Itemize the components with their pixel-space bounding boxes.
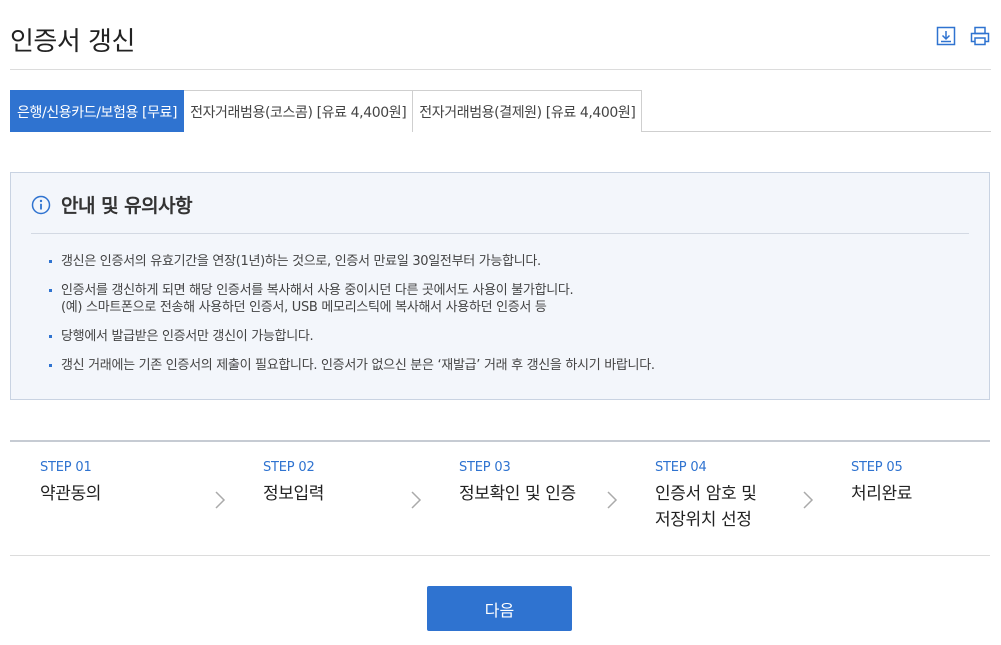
chevron-right-icon: [215, 491, 226, 509]
step-number: STEP 05: [851, 460, 903, 475]
step-number: STEP 01: [40, 460, 92, 475]
step-number: STEP 04: [655, 460, 707, 475]
notice-item: 인증서를 갱신하게 되면 해당 인증서를 복사해서 사용 중이시던 다른 곳에서…: [49, 282, 655, 316]
download-icon[interactable]: [935, 25, 957, 47]
info-icon: [31, 195, 51, 215]
chevron-right-icon: [803, 491, 814, 509]
step-number: STEP 03: [459, 460, 511, 475]
step-1: STEP 01 약관동의: [40, 460, 101, 507]
print-icon[interactable]: [969, 25, 991, 47]
step-label: 인증서 암호 및 저장위치 선정: [655, 484, 757, 530]
step-label: 약관동의: [40, 484, 101, 504]
notice-heading: 안내 및 유의사항: [31, 191, 193, 218]
step-3: STEP 03 정보확인 및 인증: [459, 460, 576, 507]
chevron-right-icon: [411, 491, 422, 509]
notice-title: 안내 및 유의사항: [61, 195, 193, 217]
step-label: 처리완료: [851, 484, 912, 504]
next-button[interactable]: 다음: [427, 586, 572, 631]
notice-item: 당행에서 발급받은 인증서만 갱신이 가능합니다.: [49, 328, 655, 345]
step-label: 정보입력: [263, 484, 324, 504]
notice-item-example: (예) 스마트폰으로 전송해 사용하던 인증서, USB 메모리스틱에 복사해서…: [61, 300, 547, 315]
header-tools: [935, 25, 991, 47]
tab-kftc-paid[interactable]: 전자거래범용(결제원) [유료 4,400원]: [413, 90, 643, 132]
step-label: 정보확인 및 인증: [459, 484, 576, 504]
certificate-type-tabs: 은행/신용카드/보험용 [무료] 전자거래범용(코스콤) [유료 4,400원]…: [10, 90, 991, 132]
notice-divider: [31, 233, 969, 234]
page-header: 인증서 갱신: [10, 0, 991, 70]
notice-item: 갱신 거래에는 기존 인증서의 제출이 필요합니다. 인증서가 없으신 분은 ‘…: [49, 357, 655, 374]
page-title: 인증서 갱신: [10, 27, 135, 57]
chevron-right-icon: [607, 491, 618, 509]
notice-box: 안내 및 유의사항 갱신은 인증서의 유효기간을 연장(1년)하는 것으로, 인…: [10, 172, 990, 400]
step-5: STEP 05 처리완료: [851, 460, 912, 507]
tab-bank-free[interactable]: 은행/신용카드/보험용 [무료]: [10, 90, 185, 132]
step-4: STEP 04 인증서 암호 및 저장위치 선정: [655, 460, 757, 533]
progress-steps: STEP 01 약관동의 STEP 02 정보입력 STEP 03 정보확인 및…: [10, 440, 990, 556]
step-2: STEP 02 정보입력: [263, 460, 324, 507]
tab-koscom-paid[interactable]: 전자거래범용(코스콤) [유료 4,400원]: [184, 90, 414, 132]
notice-item: 갱신은 인증서의 유효기간을 연장(1년)하는 것으로, 인증서 만료일 30일…: [49, 253, 655, 270]
step-number: STEP 02: [263, 460, 315, 475]
notice-list: 갱신은 인증서의 유효기간을 연장(1년)하는 것으로, 인증서 만료일 30일…: [49, 253, 655, 386]
